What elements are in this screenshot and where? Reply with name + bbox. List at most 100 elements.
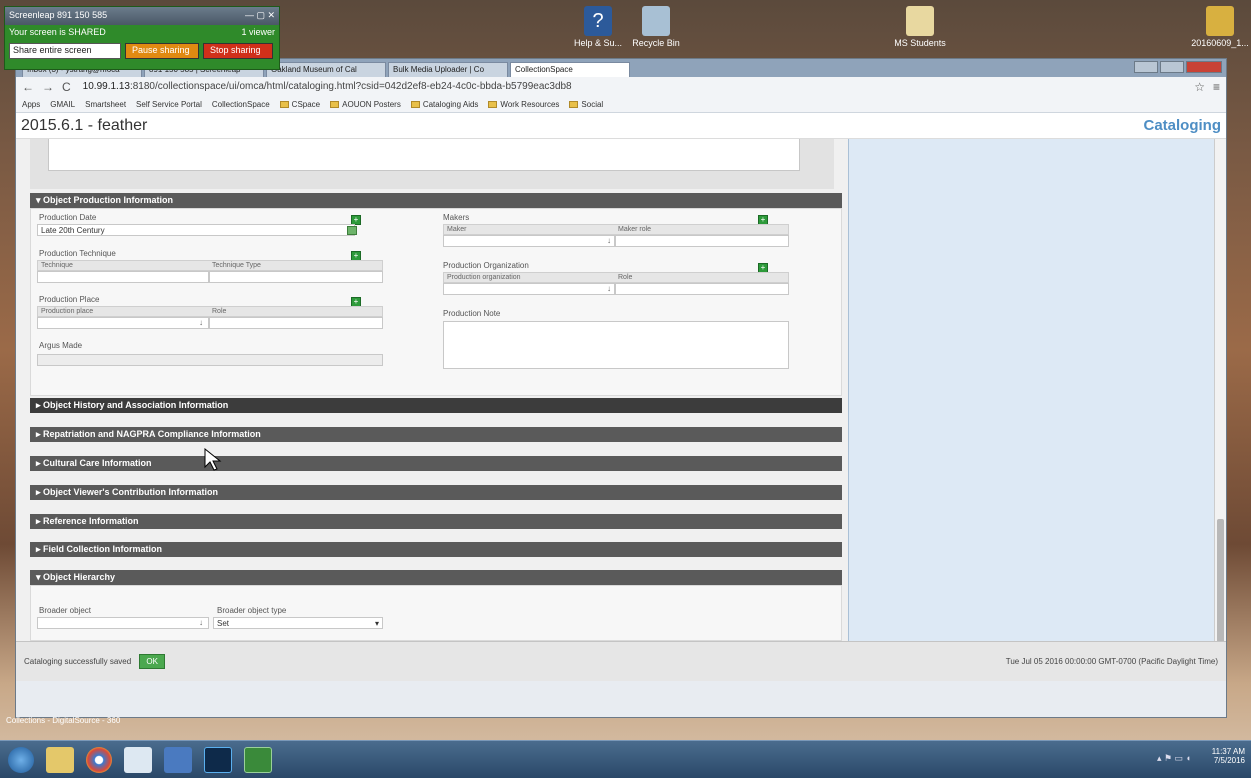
argus-made-label: Argus Made [39, 341, 83, 350]
share-mode-select[interactable]: Share entire screen [9, 43, 121, 59]
recycle-bin-icon[interactable]: Recycle Bin [626, 6, 686, 48]
autocomplete-icon[interactable]: ↓ [199, 318, 203, 327]
technique-type-input[interactable] [209, 271, 383, 283]
calendar-icon[interactable] [347, 226, 357, 235]
bookmark-cataloging-aids[interactable]: Cataloging Aids [410, 100, 479, 109]
file-explorer-icon[interactable] [46, 746, 74, 773]
ok-button[interactable]: OK [139, 654, 165, 669]
desktop-icon-label: Recycle Bin [632, 38, 680, 48]
production-section-header[interactable]: ▾ Object Production Information [30, 193, 842, 208]
screenshare-window-controls[interactable]: — ▢ ✕ [245, 10, 275, 22]
hierarchy-section-header[interactable]: ▾ Object Hierarchy [30, 570, 842, 585]
reference-section-header[interactable]: ▸ Reference Information [30, 514, 842, 529]
photoshop-icon[interactable] [204, 746, 232, 773]
bookmark-smartsheet[interactable]: Smartsheet [85, 100, 126, 109]
cultural-care-section-header[interactable]: ▸ Cultural Care Information [30, 456, 842, 471]
chrome-icon[interactable] [86, 746, 112, 773]
organization-input[interactable] [443, 283, 615, 295]
url-path: :8180/collectionspace/ui/omca/html/catal… [129, 80, 572, 92]
bookmark-self-service[interactable]: Self Service Portal [136, 100, 202, 109]
text-area[interactable] [48, 139, 800, 171]
production-date-input[interactable]: Late 20th Century [37, 224, 355, 236]
clock-date: 7/5/2016 [1213, 756, 1245, 765]
viewer-count: 1 viewer [241, 27, 275, 37]
tab-oakland-museum[interactable]: Oakland Museum of Cal [266, 62, 386, 77]
maker-column-header: Maker [447, 226, 467, 233]
help-support-icon[interactable]: ? Help & Su... [568, 6, 628, 48]
production-note-textarea[interactable] [443, 321, 789, 369]
bookmark-social[interactable]: Social [569, 100, 603, 109]
screenshare-status: Your screen is SHARED [9, 27, 106, 37]
url-field[interactable]: 10.99.1.13:8180/collectionspace/ui/omca/… [79, 80, 1187, 95]
forward-icon[interactable]: → [42, 80, 54, 94]
bookmark-posters[interactable]: AOUON Posters [330, 100, 401, 109]
bookmark-label: Apps [22, 100, 41, 109]
system-tray-icons[interactable]: ▴ ⚑ ▭ ◖ [1157, 753, 1191, 764]
autocomplete-icon[interactable]: ↓ [607, 236, 611, 245]
bookmark-cspace[interactable]: CSpace [279, 100, 321, 109]
maximize-button[interactable] [1160, 61, 1184, 73]
file-icon[interactable]: 20160609_1... [1190, 6, 1250, 48]
repatriation-nagpra-section-header[interactable]: ▸ Repatriation and NAGPRA Compliance Inf… [30, 427, 842, 442]
back-icon[interactable]: ← [22, 80, 34, 94]
technique-input[interactable] [37, 271, 209, 283]
broader-object-input[interactable] [37, 617, 209, 629]
bookmark-label: CollectionSpace [211, 100, 270, 109]
mouse-cursor-icon [204, 448, 222, 471]
makers-label: Makers [443, 213, 470, 222]
screenshare-controls: Share entire screen Pause sharing Stop s… [5, 39, 279, 63]
taskbar: ▴ ⚑ ▭ ◖ 11:37 AM 7/5/2016 [0, 740, 1251, 778]
folder-icon[interactable]: MS Students [890, 6, 950, 48]
app-icon[interactable] [164, 746, 192, 773]
dropdown-arrow-icon: ▾ [374, 619, 379, 628]
autocomplete-icon[interactable]: ↓ [607, 284, 611, 293]
minimize-button[interactable] [1134, 61, 1158, 73]
history-association-section-header[interactable]: ▸ Object History and Association Informa… [30, 398, 842, 413]
organization-role-input[interactable] [615, 283, 789, 295]
tab-collectionspace[interactable]: CollectionSpace [510, 62, 630, 77]
screenleap-icon[interactable] [244, 746, 272, 773]
close-button[interactable] [1186, 61, 1222, 73]
screenshare-title: Screenleap 891 150 585 [9, 10, 108, 20]
folder-icon [488, 101, 498, 108]
production-technique-label: Production Technique [39, 249, 116, 258]
desktop-shortcut-label[interactable]: Collections - DigitalSource - 360 [6, 716, 120, 725]
bookmark-gmail[interactable]: GMAIL [50, 100, 75, 109]
reload-icon[interactable]: C [62, 80, 71, 94]
tab-bulk-media-uploader[interactable]: Bulk Media Uploader | Co [388, 62, 508, 77]
stop-sharing-button[interactable]: Stop sharing [203, 43, 273, 59]
production-note-label: Production Note [443, 309, 501, 318]
argus-made-field [37, 354, 383, 366]
folder-icon [569, 101, 579, 108]
bookmark-work-resources[interactable]: Work Resources [488, 100, 559, 109]
desktop-icon-label: MS Students [894, 38, 946, 48]
pause-sharing-button[interactable]: Pause sharing [125, 43, 199, 59]
bookmark-apps[interactable]: Apps [22, 100, 40, 109]
menu-icon[interactable]: ≡ [1213, 80, 1220, 94]
save-status: Cataloging successfully saved OK [24, 654, 165, 669]
start-button-icon[interactable] [8, 746, 34, 773]
document-icon[interactable] [124, 746, 152, 773]
page-scrollbar[interactable] [1214, 139, 1226, 681]
star-icon[interactable]: ☆ [1194, 80, 1205, 94]
system-clock[interactable]: 11:37 AM 7/5/2016 [1212, 747, 1245, 765]
folder-icon [279, 101, 289, 108]
maker-role-input[interactable] [615, 235, 789, 247]
place-role-input[interactable] [209, 317, 383, 329]
desktop-icon-label: 20160609_1... [1191, 38, 1249, 48]
browser-window: Inbox (3) - ystrang@moca 891 150 585 | S… [15, 58, 1227, 718]
viewer-contribution-section-header[interactable]: ▸ Object Viewer's Contribution Informati… [30, 485, 842, 500]
maker-input[interactable] [443, 235, 615, 247]
screenshare-widget: Screenleap 891 150 585 — ▢ ✕ Your screen… [4, 6, 280, 70]
autocomplete-icon[interactable]: ↓ [199, 618, 203, 627]
bookmark-label: Cataloging Aids [422, 100, 479, 109]
bookmark-collectionspace[interactable]: CollectionSpace [212, 100, 270, 109]
save-footer: Cataloging successfully saved OK Tue Jul… [16, 641, 1226, 681]
field-collection-section-header[interactable]: ▸ Field Collection Information [30, 542, 842, 557]
production-organization-label: Production Organization [443, 261, 529, 270]
broader-object-type-select[interactable]: Set ▾ [213, 617, 383, 629]
screenshare-titlebar: Screenleap 891 150 585 — ▢ ✕ [5, 7, 279, 25]
place-input[interactable] [37, 317, 209, 329]
role-column-header: Role [212, 308, 227, 315]
bookmark-label: CSpace [291, 100, 321, 109]
